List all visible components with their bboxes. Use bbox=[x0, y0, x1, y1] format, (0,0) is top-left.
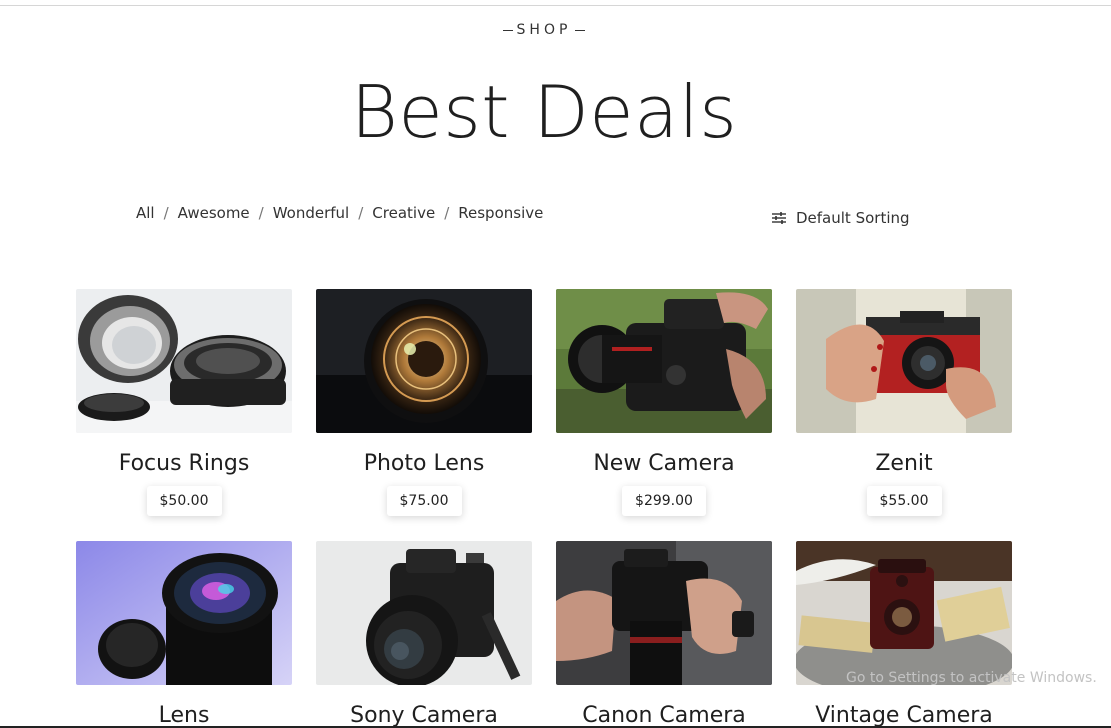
product-price: $75.00 bbox=[386, 486, 462, 516]
product-card: Canon Camera bbox=[556, 541, 772, 728]
sort-label: Default Sorting bbox=[796, 209, 910, 227]
sliders-icon bbox=[772, 212, 786, 224]
filter-all[interactable]: All bbox=[136, 204, 155, 222]
product-name[interactable]: Focus Rings bbox=[76, 451, 292, 476]
product-name[interactable]: Canon Camera bbox=[556, 703, 772, 728]
top-divider bbox=[0, 5, 1111, 6]
product-card: Sony Camera bbox=[316, 541, 532, 728]
kicker-dash-right bbox=[575, 29, 586, 31]
product-image-sony-camera[interactable] bbox=[316, 541, 532, 685]
section-kicker: SHOP bbox=[0, 22, 1088, 38]
filter-separator: / bbox=[163, 204, 169, 222]
product-price: $50.00 bbox=[146, 486, 222, 516]
filter-separator: / bbox=[358, 204, 364, 222]
product-card: Vintage Camera bbox=[796, 541, 1012, 728]
product-card: Photo Lens $75.00 bbox=[316, 289, 532, 516]
product-card: Zenit $55.00 bbox=[796, 289, 1012, 516]
kicker-label: SHOP bbox=[516, 22, 572, 38]
filter-awesome[interactable]: Awesome bbox=[178, 204, 250, 222]
category-filters: All / Awesome / Wonderful / Creative / R… bbox=[136, 204, 543, 222]
product-name[interactable]: New Camera bbox=[556, 451, 772, 476]
product-image-zenit[interactable] bbox=[796, 289, 1012, 433]
product-image-focus-rings[interactable] bbox=[76, 289, 292, 433]
product-name[interactable]: Zenit bbox=[796, 451, 1012, 476]
product-name[interactable]: Sony Camera bbox=[316, 703, 532, 728]
product-image-vintage-camera[interactable] bbox=[796, 541, 1012, 685]
page-title: Best Deals bbox=[350, 70, 738, 154]
product-card: Focus Rings $50.00 bbox=[76, 289, 292, 516]
product-card: New Camera $299.00 bbox=[556, 289, 772, 516]
product-image-lens[interactable] bbox=[76, 541, 292, 685]
product-image-new-camera[interactable] bbox=[556, 289, 772, 433]
filter-separator: / bbox=[444, 204, 450, 222]
product-card: Lens bbox=[76, 541, 292, 728]
product-image-photo-lens[interactable] bbox=[316, 289, 532, 433]
product-name[interactable]: Vintage Camera bbox=[796, 703, 1012, 728]
filter-responsive[interactable]: Responsive bbox=[458, 204, 543, 222]
filter-creative[interactable]: Creative bbox=[372, 204, 435, 222]
filter-separator: / bbox=[258, 204, 264, 222]
filter-wonderful[interactable]: Wonderful bbox=[273, 204, 350, 222]
product-name[interactable]: Photo Lens bbox=[316, 451, 532, 476]
activate-windows-watermark: Go to Settings to activate Windows. bbox=[846, 670, 1097, 686]
shop-page: SHOP Best Deals All / Awesome / Wonderfu… bbox=[0, 0, 1111, 728]
kicker-dash-left bbox=[502, 29, 513, 31]
sort-dropdown[interactable]: Default Sorting bbox=[771, 209, 910, 227]
product-image-canon-camera[interactable] bbox=[556, 541, 772, 685]
product-price: $299.00 bbox=[622, 486, 706, 516]
product-price: $55.00 bbox=[866, 486, 942, 516]
product-name[interactable]: Lens bbox=[76, 703, 292, 728]
